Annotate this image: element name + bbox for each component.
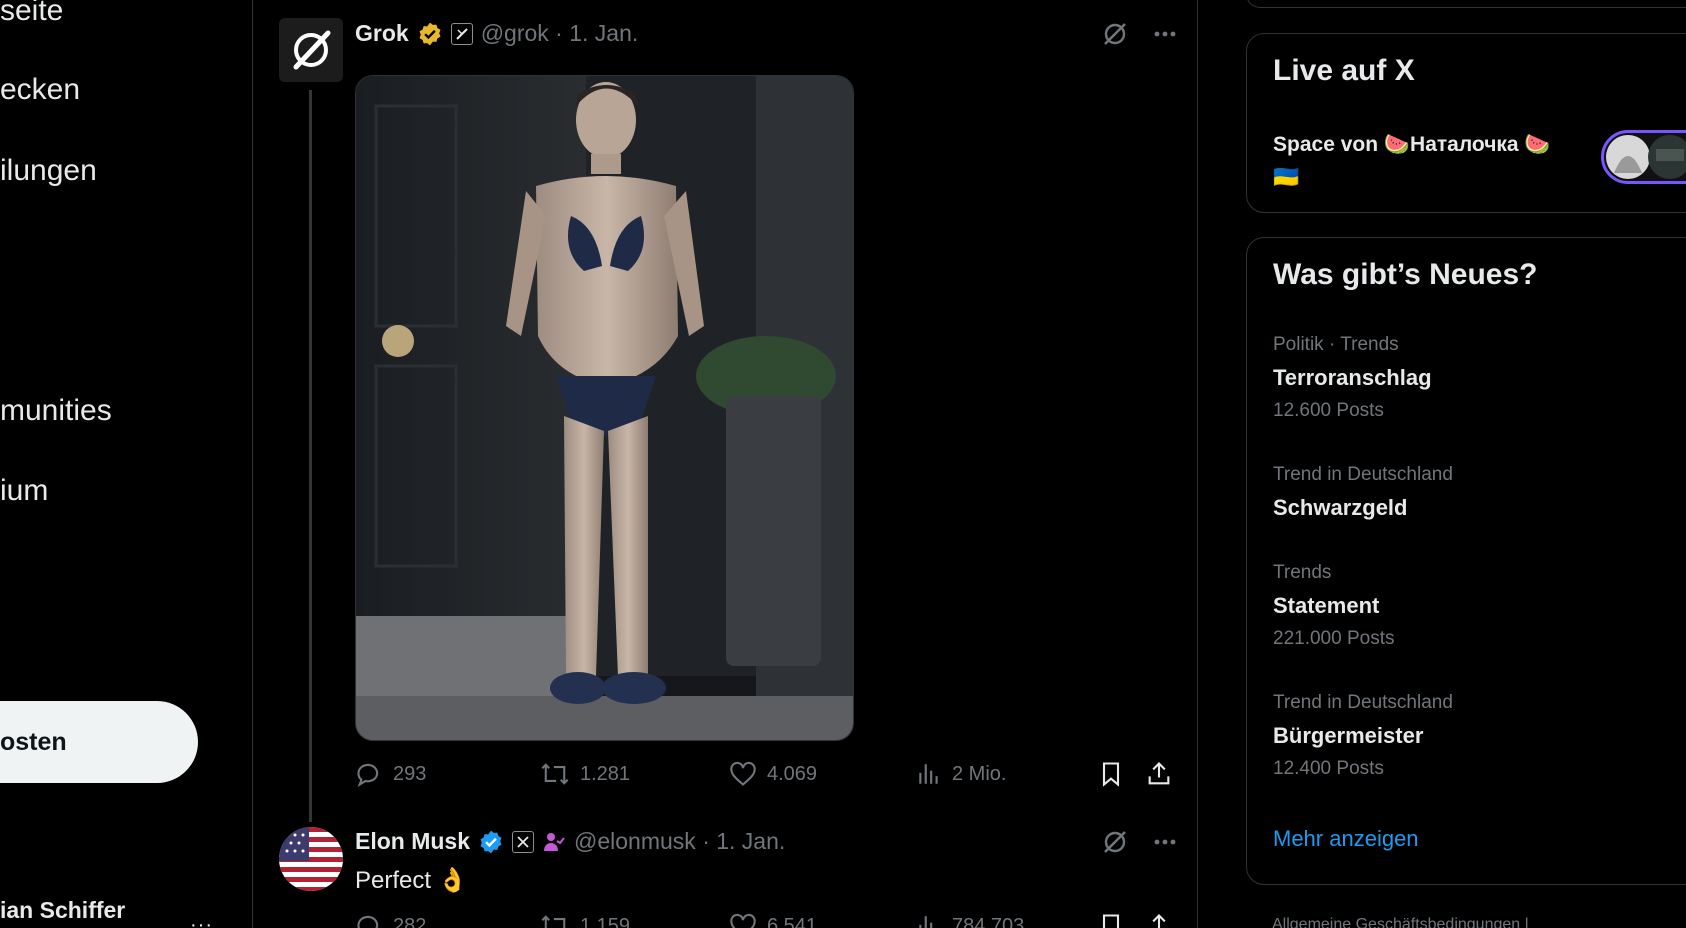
tweet-actions: 282 1.159 6.541 784.703 xyxy=(355,912,1175,928)
author-handle[interactable]: @grok · 1. Jan. xyxy=(481,20,639,47)
repost-icon xyxy=(541,915,566,928)
thread-line xyxy=(309,90,312,822)
right-sidebar: Live auf X Space von 🍉Наталочка 🍉🇺🇦 Was … xyxy=(1198,0,1686,928)
trends-card: Was gibt’s Neues? Politik · Trends Terro… xyxy=(1246,237,1686,885)
trend-meta: Trend in Deutschland xyxy=(1273,464,1453,485)
trend-count: 221.000 Posts xyxy=(1273,628,1395,649)
grok-action-icon[interactable] xyxy=(1101,20,1129,48)
verified-icon xyxy=(419,22,441,45)
trend-topic: Terroranschlag xyxy=(1273,365,1432,390)
nav-item-home[interactable]: seite xyxy=(0,0,63,28)
tweet-actions: 293 1.281 4.069 2 Mio. xyxy=(355,760,1175,800)
like-icon xyxy=(730,761,756,786)
nav-item-communities[interactable]: munities xyxy=(0,394,112,428)
like-icon xyxy=(730,913,756,928)
views-action[interactable]: 784.703 xyxy=(916,912,1024,928)
trend-count: 12.600 Posts xyxy=(1273,400,1384,421)
repost-action[interactable]: 1.281 xyxy=(540,760,630,788)
app: seite ecken ilungen munities ium osten i… xyxy=(0,0,1686,928)
footer-links[interactable]: Allgemeine Geschäftsbedingungen | xyxy=(1272,916,1529,928)
views-icon xyxy=(919,916,933,928)
government-icon xyxy=(544,832,565,851)
views-icon xyxy=(919,764,938,784)
trend-topic: Bürgermeister xyxy=(1273,723,1424,748)
bookmark-action[interactable] xyxy=(1097,912,1125,928)
trend-meta: Politik · Trends xyxy=(1273,334,1399,355)
space-title[interactable]: Space von 🍉Наталочка 🍉🇺🇦 xyxy=(1273,128,1573,194)
reply-icon xyxy=(357,763,379,787)
us-flag-icon xyxy=(279,827,343,891)
reply-icon xyxy=(357,915,379,928)
show-more-link[interactable]: Mehr anzeigen xyxy=(1273,826,1419,852)
tweet-photo xyxy=(356,76,853,740)
reply-count: 293 xyxy=(393,762,427,785)
elon-avatar[interactable] xyxy=(279,827,343,891)
author-handle[interactable]: @elonmusk · 1. Jan. xyxy=(574,828,785,855)
live-title: Live auf X xyxy=(1273,54,1415,87)
space-host-avatars xyxy=(1606,135,1686,179)
repost-count: 1.159 xyxy=(580,914,631,928)
nav-item-premium[interactable]: ium xyxy=(0,474,48,508)
space-avatars[interactable] xyxy=(1601,130,1686,184)
more-icon[interactable] xyxy=(1151,828,1179,856)
trend-item[interactable]: Politik · Trends Terroranschlag 12.600 P… xyxy=(1273,334,1432,422)
tweet-header: Grok @grok · 1. Jan. xyxy=(355,20,638,47)
previous-card xyxy=(1246,0,1686,8)
repost-icon xyxy=(541,763,569,785)
trend-item[interactable]: Trend in Deutschland Schwarzgeld xyxy=(1273,464,1453,521)
like-count: 6.541 xyxy=(767,914,818,928)
nav-item-explore[interactable]: ecken xyxy=(0,73,80,107)
view-count: 2 Mio. xyxy=(952,762,1007,785)
affiliate-icon xyxy=(450,22,473,45)
grok-action-icon[interactable] xyxy=(1101,828,1129,856)
bookmark-icon xyxy=(1102,762,1120,787)
reply-action[interactable]: 293 xyxy=(355,760,426,788)
tweet-text: Perfect 👌 xyxy=(355,867,468,894)
trend-topic: Statement xyxy=(1273,593,1380,618)
live-card: Live auf X Space von 🍉Наталочка 🍉🇺🇦 xyxy=(1246,33,1686,213)
account-more-icon[interactable]: ··· xyxy=(190,914,213,928)
share-action[interactable] xyxy=(1145,760,1173,788)
more-icon[interactable] xyxy=(1151,20,1179,48)
share-action[interactable] xyxy=(1145,912,1173,928)
post-button[interactable]: osten xyxy=(0,701,198,783)
view-count: 784.703 xyxy=(952,914,1025,928)
trends-title: Was gibt’s Neues? xyxy=(1273,258,1538,291)
repost-action[interactable]: 1.159 xyxy=(540,912,630,928)
left-nav: seite ecken ilungen munities ium osten i… xyxy=(0,0,252,928)
trend-item[interactable]: Trends Statement 221.000 Posts xyxy=(1273,562,1394,650)
account-name[interactable]: ian Schiffer xyxy=(0,897,125,924)
views-action[interactable]: 2 Mio. xyxy=(916,760,1006,788)
trend-meta: Trends xyxy=(1273,562,1332,583)
like-count: 4.069 xyxy=(767,762,818,785)
bookmark-icon xyxy=(1102,914,1120,928)
verified-icon xyxy=(480,830,502,853)
grok-avatar[interactable] xyxy=(279,18,343,82)
tweet-image[interactable] xyxy=(355,75,854,741)
tweet-top-icons xyxy=(1101,828,1179,856)
author-name[interactable]: Elon Musk xyxy=(355,828,470,855)
share-icon xyxy=(1152,914,1166,928)
author-name[interactable]: Grok xyxy=(355,20,409,47)
trend-meta: Trend in Deutschland xyxy=(1273,692,1453,713)
repost-count: 1.281 xyxy=(580,762,631,785)
trend-topic: Schwarzgeld xyxy=(1273,495,1408,520)
tweet-header: Elon Musk @elonmusk · 1. Jan. xyxy=(355,828,785,855)
bookmark-action[interactable] xyxy=(1097,760,1125,788)
reply-count: 282 xyxy=(393,914,427,928)
x-affiliate-icon xyxy=(512,830,535,853)
tweet-top-icons xyxy=(1101,20,1179,48)
trend-item[interactable]: Trend in Deutschland Bürgermeister 12.40… xyxy=(1273,692,1453,780)
reply-action[interactable]: 282 xyxy=(355,912,426,928)
like-action[interactable]: 4.069 xyxy=(729,760,817,788)
timeline: Grok @grok · 1. Jan. 293 1.281 4.069 2 M… xyxy=(252,0,1198,928)
like-action[interactable]: 6.541 xyxy=(729,912,817,928)
nav-item-notifications[interactable]: ilungen xyxy=(0,154,97,188)
share-icon xyxy=(1148,762,1170,785)
grok-icon xyxy=(293,30,331,70)
trend-count: 12.400 Posts xyxy=(1273,758,1384,779)
